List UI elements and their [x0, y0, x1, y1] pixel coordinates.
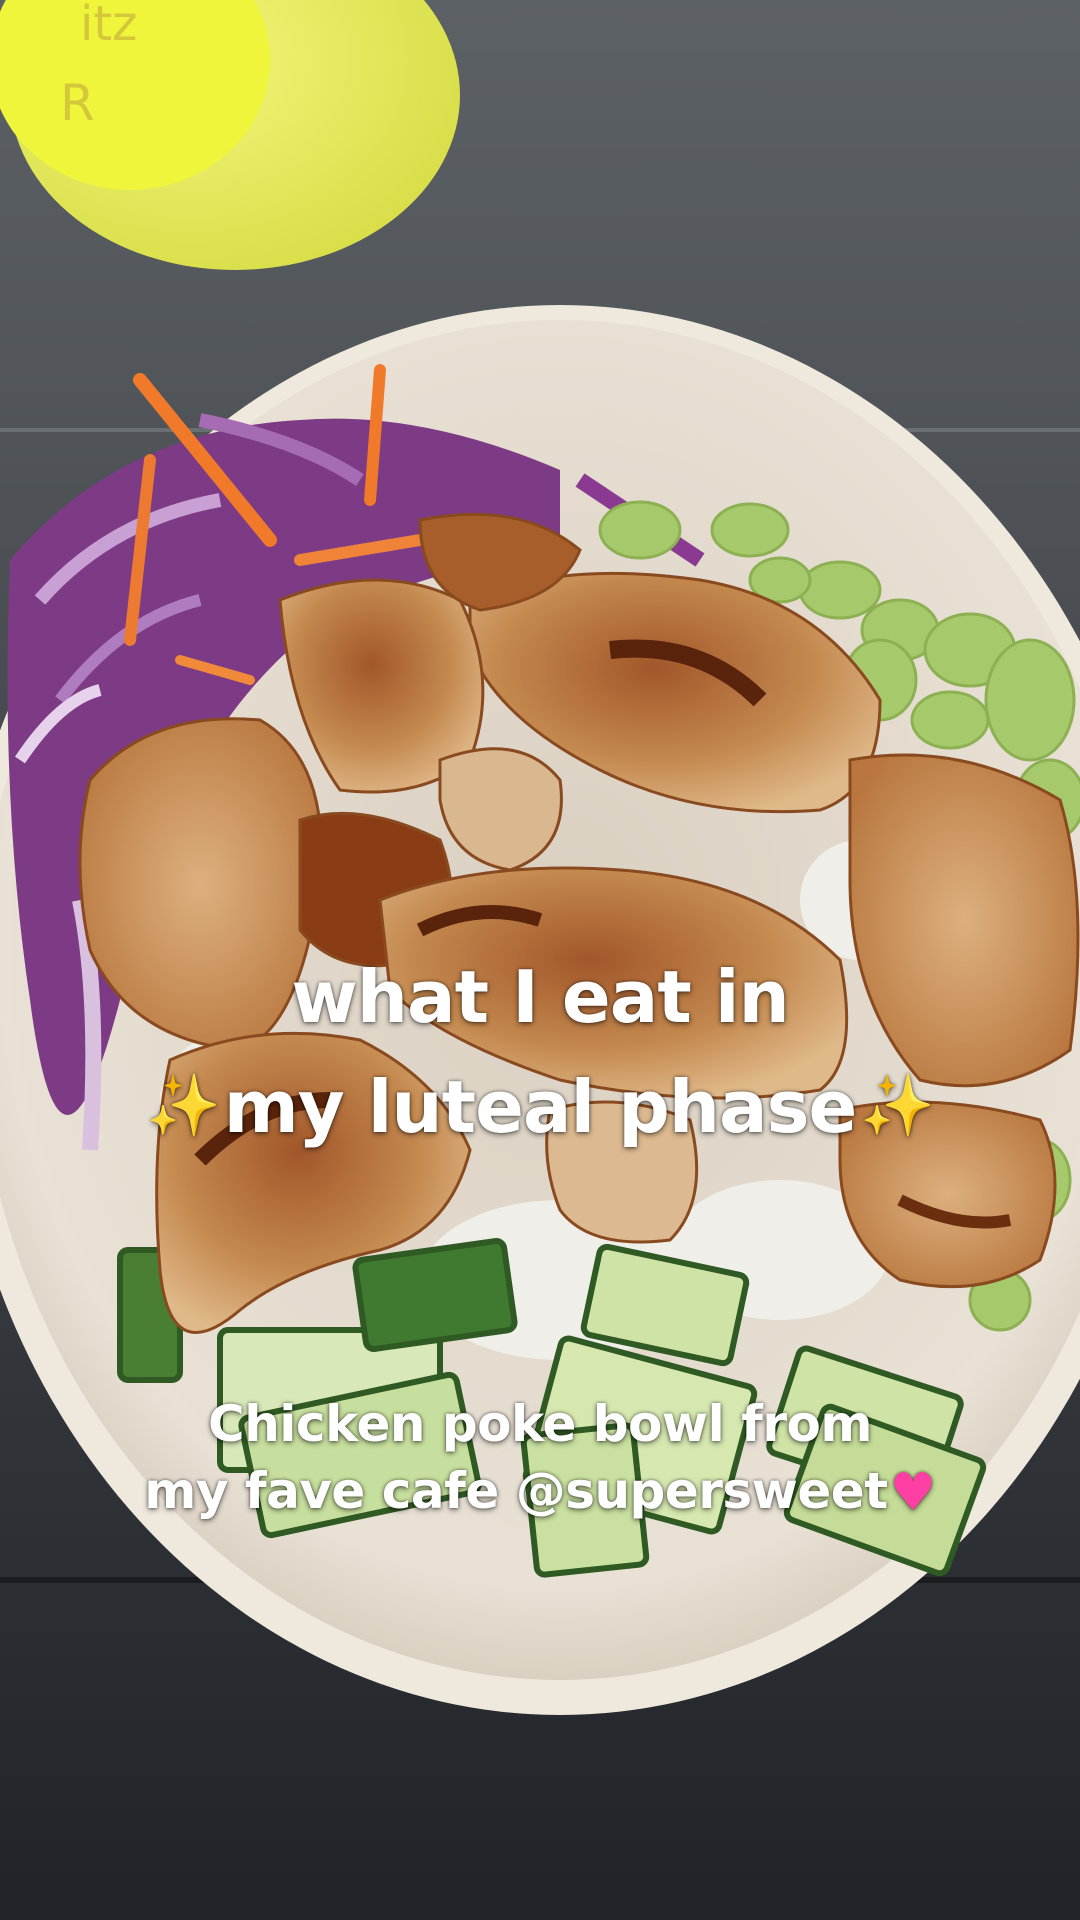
title-line-2: ✨my luteal phase✨ — [0, 1065, 1080, 1149]
title-line-2-text: my luteal phase — [223, 1065, 858, 1149]
sparkle-icon: ✨ — [145, 1071, 221, 1141]
title-line-1: what I eat in — [291, 955, 790, 1039]
svg-text:R: R — [60, 74, 95, 132]
caption-line-2-text: my fave cafe @supersweet — [144, 1462, 888, 1520]
svg-text:itz: itz — [80, 0, 137, 52]
caption-line-2: my fave cafe @supersweet♥ — [0, 1462, 1080, 1523]
caption-line-1: Chicken poke bowl from — [208, 1395, 873, 1453]
heart-icon: ♥ — [889, 1463, 937, 1523]
sparkle-icon: ✨ — [860, 1071, 935, 1141]
